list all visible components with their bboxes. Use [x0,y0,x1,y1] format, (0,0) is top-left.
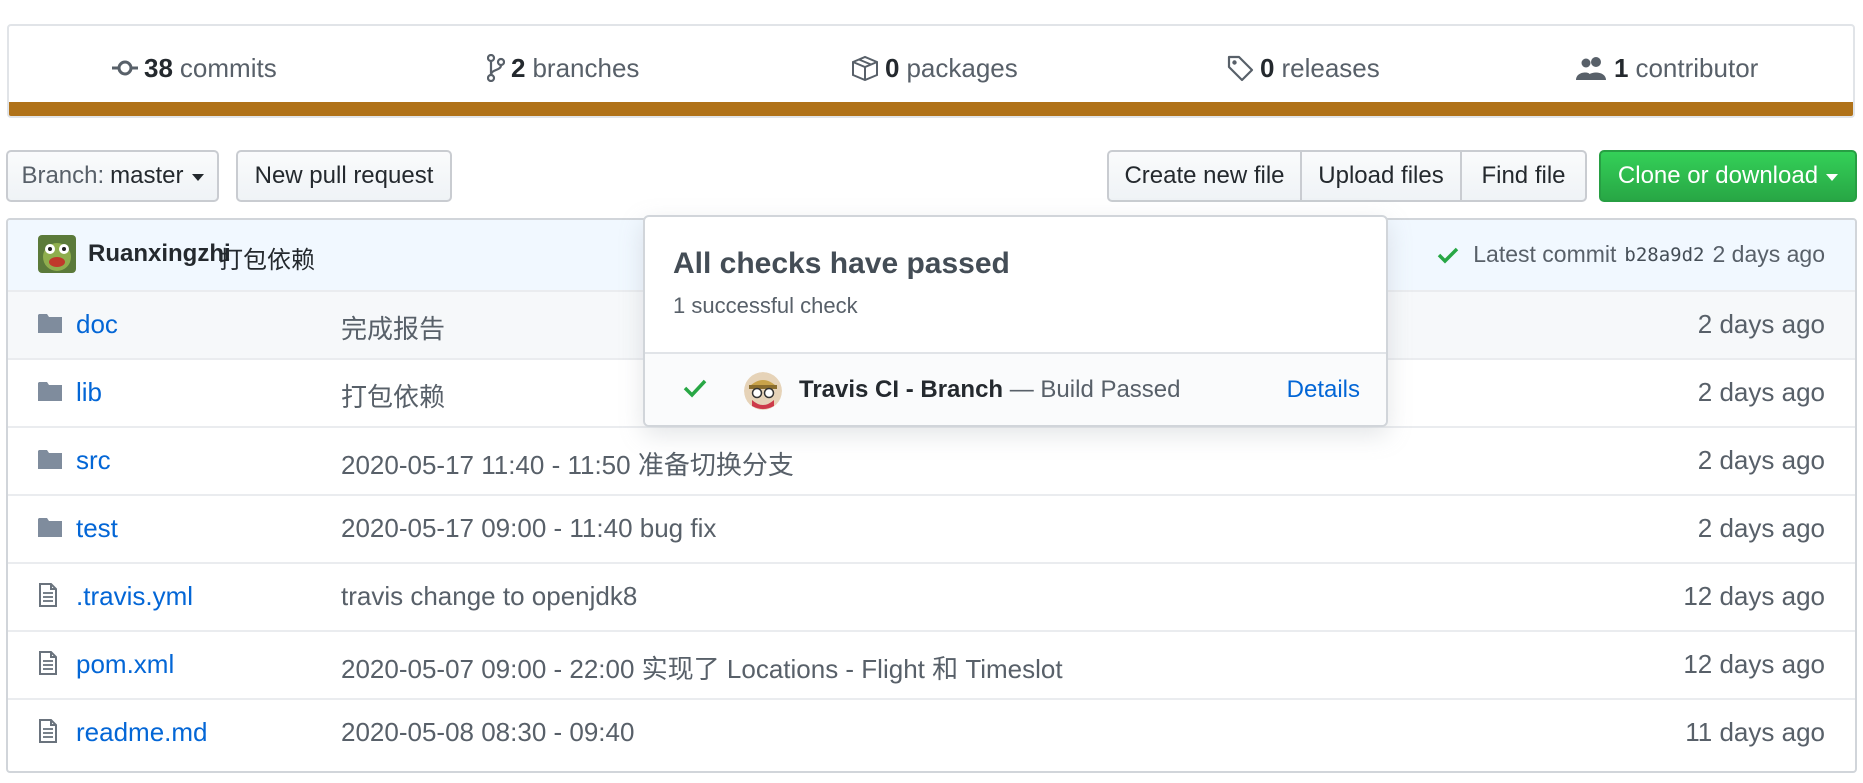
contributors-label: contributor [1635,52,1759,83]
packages-link[interactable]: 0 packages [851,46,1018,90]
check-icon [683,379,707,398]
commit-message-link[interactable]: 2020-05-17 11:40 - 11:50 准备切换分支 [341,445,794,482]
commit-icon [112,60,138,76]
folder-icon [38,314,62,333]
table-row[interactable]: pom.xml 2020-05-07 09:00 - 22:00 实现了 Loca… [8,630,1855,698]
check-item: Travis CI - Branch — Build Passed Detail… [645,352,1386,425]
clone-or-download-button[interactable]: Clone or download [1599,150,1857,202]
commits-count: 38 [144,52,173,83]
checks-title: All checks have passed [673,247,1010,280]
commit-message-link[interactable]: travis change to openjdk8 [341,581,637,612]
repo-summary: 38 commits 2 branches 0 packages 0 relea… [7,24,1855,118]
contributors-link[interactable]: 1 contributor [1576,46,1758,90]
commit-message-link[interactable]: 2020-05-08 08:30 - 09:40 [341,717,634,748]
file-name-link[interactable]: lib [76,377,102,408]
file-name-link[interactable]: doc [76,309,118,340]
file-name-link[interactable]: pom.xml [76,649,174,680]
commit-age: 2 days ago [1697,513,1825,543]
latest-commit-info: Latest commit b28a9d2 2 days ago [1437,241,1825,268]
latest-commit-label: Latest commit [1473,241,1617,267]
folder-icon [38,312,62,339]
file-icon [38,582,58,613]
file-icon [39,719,57,743]
branches-label: branches [532,52,640,83]
commits-label: commits [179,52,277,83]
branch-select-button[interactable]: Branch: master [6,150,219,202]
check-name: Travis CI - Branch [799,376,1004,403]
find-file-button[interactable]: Find file [1460,150,1587,202]
branches-count: 2 [511,52,526,83]
table-row[interactable]: src 2020-05-17 11:40 - 11:50 准备切换分支 2 days… [8,426,1855,494]
package-icon [852,55,878,81]
travis-ci-logo-icon [744,372,782,410]
avatar[interactable] [38,235,76,273]
checks-popover: All checks have passed 1 successful chec… [643,215,1388,427]
file-name-link[interactable]: readme.md [76,717,208,748]
folder-icon [38,450,62,469]
contributors-count: 1 [1614,52,1629,83]
folder-icon [38,518,62,537]
releases-count: 0 [1260,52,1275,83]
commit-message-link[interactable]: 打包依赖 [219,240,315,275]
check-icon[interactable] [1437,246,1459,264]
latest-commit-age: 2 days ago [1712,241,1825,267]
tag-icon [1227,55,1254,82]
file-actions-group: Create new file Upload files Find file [1107,150,1587,202]
packages-label: packages [906,52,1018,83]
table-row[interactable]: readme.md 2020-05-08 08:30 - 09:40 11 days… [8,698,1855,766]
file-icon [39,651,57,675]
commit-age: 2 days ago [1697,445,1825,475]
commit-author-link[interactable]: Ruanxingzhi [88,240,231,268]
commit-message-link[interactable]: 打包依赖 [341,377,445,414]
language-bar[interactable] [9,102,1853,116]
branch-prefix: Branch: [21,162,105,189]
caret-down-icon [1826,174,1839,181]
branch-icon [487,54,505,82]
new-pull-request-button[interactable]: New pull request [236,150,452,202]
file-name-link[interactable]: src [76,445,111,476]
commits-link[interactable]: 38 commits [112,46,277,90]
releases-link[interactable]: 0 releases [1226,46,1380,90]
commit-age: 11 days ago [1685,717,1825,747]
file-icon [38,718,58,749]
folder-icon [38,448,62,475]
create-new-file-button[interactable]: Create new file [1107,150,1302,202]
table-row[interactable]: .travis.yml travis change to openjdk8 12 d… [8,562,1855,630]
branches-link[interactable]: 2 branches [487,46,639,90]
checks-subtitle: 1 successful check [673,293,858,318]
folder-icon [38,516,62,543]
caret-down-icon [191,174,204,181]
people-icon [1576,57,1606,80]
commit-message-link[interactable]: 完成报告 [341,309,445,346]
commit-age: 12 days ago [1683,649,1825,679]
commit-message-link[interactable]: 2020-05-07 09:00 - 22:00 实现了 Locations -… [341,649,1063,686]
file-icon [38,650,58,681]
check-description: Travis CI - Branch — Build Passed [799,376,1181,404]
table-row[interactable]: test 2020-05-17 09:00 - 11:40 bug fix 2 da… [8,494,1855,562]
branch-name: master [110,162,184,189]
upload-files-button[interactable]: Upload files [1300,150,1462,202]
commit-message-link[interactable]: 2020-05-17 09:00 - 11:40 bug fix [341,513,716,544]
check-details-link[interactable]: Details [1287,376,1360,404]
check-status: — Build Passed [1009,376,1181,403]
commit-age: 2 days ago [1697,377,1825,407]
folder-icon [38,382,62,401]
commit-age: 2 days ago [1697,309,1825,339]
commit-age: 12 days ago [1683,581,1825,611]
file-name-link[interactable]: test [76,513,118,544]
file-icon [39,583,57,607]
folder-icon [38,380,62,407]
packages-count: 0 [885,52,900,83]
releases-label: releases [1281,52,1380,83]
commit-sha-link[interactable]: b28a9d2 [1624,244,1704,266]
clone-label: Clone or download [1617,162,1819,189]
file-name-link[interactable]: .travis.yml [76,581,193,612]
